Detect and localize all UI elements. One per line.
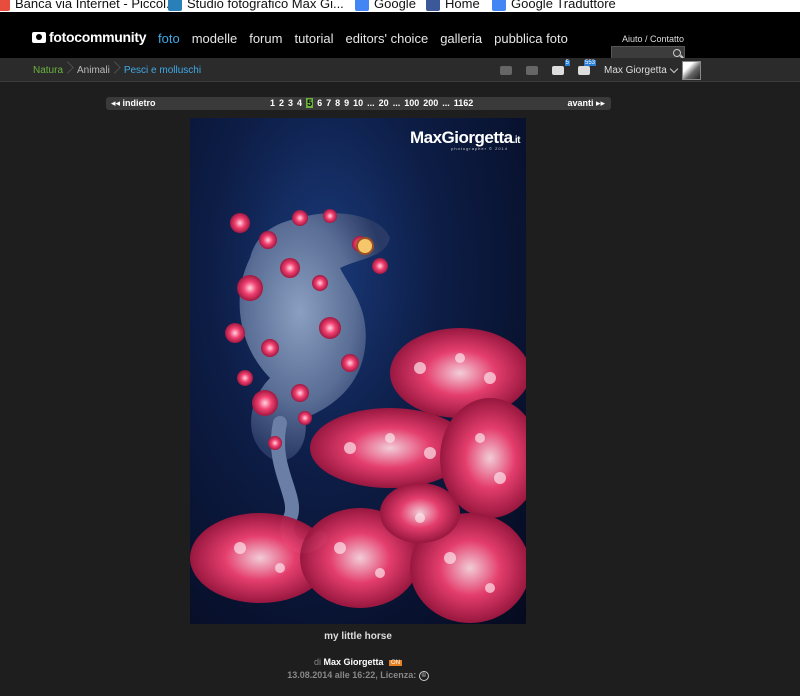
- page-ellipsis: ...: [442, 98, 450, 108]
- page-link[interactable]: 2: [279, 98, 284, 108]
- next-label: avanti: [567, 98, 594, 108]
- page-link[interactable]: 100: [404, 98, 419, 108]
- notifications-badge: 553: [583, 59, 596, 66]
- breadcrumb-natura[interactable]: Natura: [33, 65, 63, 76]
- nav-galleria[interactable]: galleria: [440, 31, 482, 46]
- nav-tutorial[interactable]: tutorial: [294, 31, 333, 46]
- bookmark-label: Google Traduttore: [511, 0, 616, 11]
- page-numbers: 1 2 3 4 5 6 7 8 9 10 ... 20 ... 100 200 …: [270, 98, 477, 108]
- page-icon: [168, 0, 182, 11]
- user-tools: 5 553 Max Giorgetta: [500, 58, 701, 82]
- watermark-name: MaxGiorgetta: [409, 128, 513, 147]
- translate-icon: [492, 0, 506, 11]
- photo-author: di Max Giorgetta ON: [0, 657, 716, 667]
- bookmark-item[interactable]: Studio fotografico Max Gi...: [168, 0, 344, 12]
- bank-icon: [0, 0, 10, 11]
- bookmark-label: Home: [445, 0, 480, 11]
- bookmark-item[interactable]: Google Traduttore: [492, 0, 616, 12]
- page-link[interactable]: 200: [423, 98, 438, 108]
- logo-text: fotocommunity: [49, 29, 147, 45]
- page-link[interactable]: 10: [353, 98, 363, 108]
- watermark-subtitle: photographer © 2014: [451, 146, 508, 151]
- photo-date-license: 13.08.2014 alle 16:22, Licenza: ©: [0, 670, 716, 681]
- notifications-icon[interactable]: 553: [578, 59, 596, 75]
- sub-navigation-bar: Natura Animali Pesci e molluschi 5 553 M…: [0, 58, 800, 82]
- bookmark-label: Studio fotografico Max Gi...: [187, 0, 344, 11]
- bookmark-label: Banca via Internet - Piccol...: [15, 0, 177, 11]
- nav-forum[interactable]: forum: [249, 31, 282, 46]
- nav-editors-choice[interactable]: editors' choice: [345, 31, 428, 46]
- chevron-down-icon[interactable]: [669, 64, 679, 73]
- google-icon: [355, 0, 369, 11]
- bookmarks-bar: Banca via Internet - Piccol... Studio fo…: [0, 0, 800, 12]
- main-photo[interactable]: MaxGiorgetta.it photographer © 2014: [190, 118, 526, 624]
- page-link[interactable]: 1162: [454, 98, 474, 108]
- site-logo[interactable]: fotocommunity: [32, 29, 147, 45]
- prev-label: indietro: [122, 98, 156, 108]
- author-name-link[interactable]: Max Giorgetta: [324, 657, 384, 667]
- photo-pager: ◂◂ indietro 1 2 3 4 5 6 7 8 9 10 ... 20 …: [106, 97, 611, 110]
- top-navigation-bar: fotocommunity foto modelle forum tutoria…: [0, 12, 800, 61]
- bookmark-item[interactable]: Home: [426, 0, 480, 12]
- camera-icon: [32, 31, 46, 43]
- photo-date: 13.08.2014 alle 16:22, Licenza:: [287, 670, 417, 680]
- search-icon[interactable]: [673, 49, 681, 57]
- watermark-tld: .it: [512, 135, 521, 146]
- breadcrumb-animali[interactable]: Animali: [77, 65, 110, 76]
- photo-title: my little horse: [324, 631, 392, 642]
- cloud-icon[interactable]: [526, 65, 538, 75]
- page-link[interactable]: 1: [270, 98, 275, 108]
- page-link[interactable]: 9: [344, 98, 349, 108]
- main-nav: foto modelle forum tutorial editors' cho…: [158, 31, 580, 46]
- page-link[interactable]: 7: [326, 98, 331, 108]
- photo-watermark: MaxGiorgetta.it: [409, 128, 521, 148]
- nav-foto[interactable]: foto: [158, 31, 180, 46]
- user-menu-name[interactable]: Max Giorgetta: [604, 65, 667, 76]
- facebook-icon: [426, 0, 440, 11]
- bookmark-item[interactable]: Google: [355, 0, 416, 12]
- page-ellipsis: ...: [392, 98, 401, 108]
- comments-icon[interactable]: 5: [552, 59, 570, 75]
- help-contact-link[interactable]: Aiuto / Contatto: [622, 34, 684, 44]
- page-link[interactable]: 3: [288, 98, 293, 108]
- prev-button[interactable]: ◂◂ indietro: [111, 98, 156, 109]
- bookmark-label: Google: [374, 0, 416, 11]
- online-badge: ON: [389, 659, 403, 666]
- mail-icon[interactable]: [500, 65, 512, 75]
- nav-modelle[interactable]: modelle: [192, 31, 238, 46]
- page-link[interactable]: 6: [317, 98, 322, 108]
- bookmark-item[interactable]: Banca via Internet - Piccol...: [0, 0, 177, 12]
- page-link[interactable]: 20: [379, 98, 389, 108]
- page-link-current[interactable]: 5: [306, 98, 314, 108]
- nav-pubblica-foto[interactable]: pubblica foto: [494, 31, 568, 46]
- avatar[interactable]: [681, 60, 701, 80]
- next-button[interactable]: avanti ▸▸: [567, 98, 605, 109]
- seahorse-photo-art: [190, 209, 526, 623]
- page-ellipsis: ...: [367, 98, 375, 108]
- breadcrumb: Natura Animali Pesci e molluschi: [33, 58, 215, 82]
- page-link[interactable]: 4: [297, 98, 302, 108]
- author-prefix: di: [313, 657, 321, 667]
- breadcrumb-pesci-molluschi[interactable]: Pesci e molluschi: [124, 65, 201, 76]
- page-link[interactable]: 8: [335, 98, 340, 108]
- comments-badge: 5: [564, 59, 570, 66]
- license-icon[interactable]: ©: [418, 670, 429, 681]
